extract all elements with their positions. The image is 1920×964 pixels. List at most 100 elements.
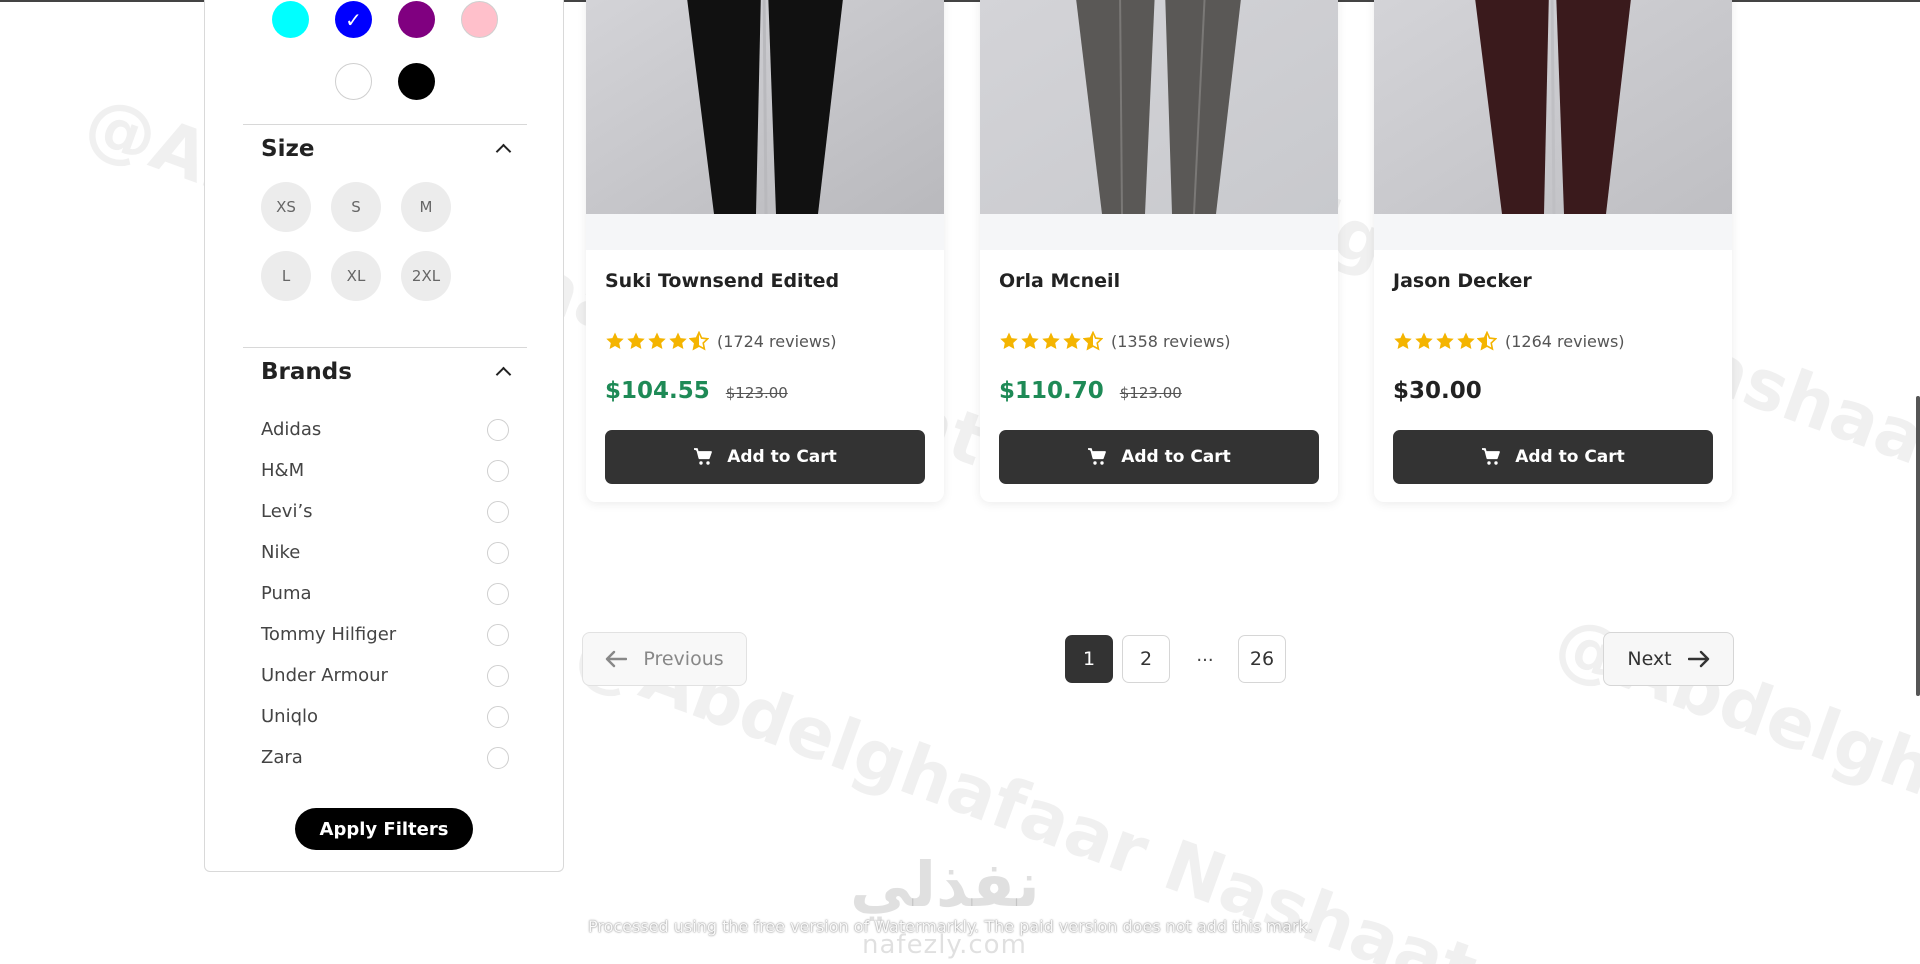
star-filled-icon (1436, 332, 1454, 349)
star-filled-icon (1457, 332, 1475, 349)
star-filled-icon (669, 332, 687, 349)
star-filled-icon (606, 332, 624, 349)
chevron-up-icon[interactable] (495, 141, 511, 157)
brand-option[interactable]: H&M (261, 450, 509, 491)
product-price: $110.70 (999, 378, 1104, 404)
cart-icon (1088, 448, 1107, 465)
brand-option[interactable]: Tommy Hilfiger (261, 614, 509, 655)
add-to-cart-button[interactable]: Add to Cart (1393, 430, 1713, 484)
color-swatch[interactable] (398, 1, 435, 38)
brand-radio[interactable] (487, 664, 509, 687)
brand-label: H&M (261, 460, 305, 481)
brand-label: Nike (261, 542, 301, 563)
add-to-cart-label: Add to Cart (1515, 447, 1625, 467)
add-to-cart-button[interactable]: Add to Cart (605, 430, 925, 484)
brand-label: Under Armour (261, 665, 388, 686)
original-price: $123.00 (1119, 384, 1182, 402)
star-filled-icon (1021, 332, 1039, 349)
star-half-icon (689, 331, 709, 351)
filter-sidebar: ✓ Size XS S M L XL 2XL Brands Adidas H&M Levi’… (204, 0, 564, 872)
apply-filters-button[interactable]: Apply Filters (295, 808, 473, 850)
watermark-logo: نفذلي (850, 848, 1040, 921)
price-row: $110.70 $123.00 (999, 378, 1182, 404)
size-section-title: Size (261, 136, 315, 162)
size-options-row: XS S M (261, 182, 451, 232)
product-title[interactable]: Orla Mcneil (999, 270, 1120, 292)
image-footer-strip (586, 214, 944, 250)
size-section-header[interactable]: Size (261, 134, 511, 164)
product-image[interactable] (980, 0, 1338, 214)
brand-list: Adidas H&M Levi’s Nike Puma Tommy Hilfiger Und… (261, 409, 509, 778)
brands-section-header[interactable]: Brands (261, 357, 511, 387)
brand-radio[interactable] (487, 500, 509, 523)
brand-option[interactable]: Levi’s (261, 491, 509, 532)
product-title[interactable]: Jason Decker (1393, 270, 1532, 292)
brand-label: Puma (261, 583, 312, 604)
product-title[interactable]: Suki Townsend Edited (605, 270, 839, 292)
watermark-logo-domain: nafezly.com (862, 930, 1027, 960)
page-number: 26 (1249, 648, 1275, 670)
brand-label: Uniqlo (261, 706, 319, 727)
star-half-icon (1083, 331, 1103, 351)
color-swatch[interactable] (461, 1, 498, 38)
brand-radio[interactable] (487, 582, 509, 605)
brand-option[interactable]: Nike (261, 532, 509, 573)
size-option-2xl[interactable]: 2XL (401, 251, 451, 301)
color-swatch-row (335, 63, 435, 100)
page-number: 1 (1082, 648, 1096, 670)
star-filled-icon (627, 332, 645, 349)
previous-page-button[interactable]: Previous (582, 632, 747, 686)
size-option-m[interactable]: M (401, 182, 451, 232)
star-rating (1393, 331, 1497, 351)
brand-radio[interactable] (487, 623, 509, 646)
arrow-right-icon (1687, 650, 1709, 668)
price-row: $30.00 (1393, 378, 1482, 404)
color-swatch[interactable]: ✓ (335, 1, 372, 38)
next-page-button[interactable]: Next (1603, 632, 1734, 686)
brand-radio[interactable] (487, 541, 509, 564)
star-half-icon (1477, 331, 1497, 351)
brand-label: Levi’s (261, 501, 313, 522)
price-row: $104.55 $123.00 (605, 378, 788, 404)
page-scrollbar-thumb[interactable] (1916, 396, 1920, 696)
next-label: Next (1627, 648, 1672, 670)
size-option-xl[interactable]: XL (331, 251, 381, 301)
brand-radio[interactable] (487, 418, 509, 441)
review-count: (1358 reviews) (1111, 331, 1231, 351)
product-rating: (1358 reviews) (999, 331, 1231, 351)
brand-label: Zara (261, 747, 303, 768)
add-to-cart-button[interactable]: Add to Cart (999, 430, 1319, 484)
brand-radio[interactable] (487, 705, 509, 728)
chevron-up-icon[interactable] (495, 364, 511, 380)
product-price: $30.00 (1393, 378, 1482, 404)
size-option-l[interactable]: L (261, 251, 311, 301)
color-swatch-row: ✓ (272, 1, 498, 38)
star-filled-icon (1394, 332, 1412, 349)
product-card[interactable]: Jason Decker (1264 reviews) $30.00 Add to C… (1374, 0, 1732, 502)
brand-label: Adidas (261, 419, 322, 440)
brand-option[interactable]: Zara (261, 737, 509, 778)
brand-option[interactable]: Under Armour (261, 655, 509, 696)
product-card[interactable]: Orla Mcneil (1358 reviews) $110.70 $123.00 A… (980, 0, 1338, 502)
product-image[interactable] (586, 0, 944, 214)
brands-section-title: Brands (261, 359, 352, 385)
product-image[interactable] (1374, 0, 1732, 214)
page-button-1[interactable]: 1 (1065, 635, 1113, 683)
brand-radio[interactable] (487, 746, 509, 769)
star-filled-icon (1415, 332, 1433, 349)
color-swatch[interactable] (272, 1, 309, 38)
color-swatch[interactable] (335, 63, 372, 100)
product-card[interactable]: Suki Townsend Edited (1724 reviews) $104.5… (586, 0, 944, 502)
brand-option[interactable]: Puma (261, 573, 509, 614)
brand-radio[interactable] (487, 459, 509, 482)
star-filled-icon (648, 332, 666, 349)
checkmark-icon: ✓ (345, 7, 362, 32)
size-option-xs[interactable]: XS (261, 182, 311, 232)
brand-option[interactable]: Uniqlo (261, 696, 509, 737)
add-to-cart-label: Add to Cart (1121, 447, 1231, 467)
color-swatch[interactable] (398, 63, 435, 100)
page-button-26[interactable]: 26 (1238, 635, 1286, 683)
page-button-2[interactable]: 2 (1122, 635, 1170, 683)
brand-option[interactable]: Adidas (261, 409, 509, 450)
size-option-s[interactable]: S (331, 182, 381, 232)
